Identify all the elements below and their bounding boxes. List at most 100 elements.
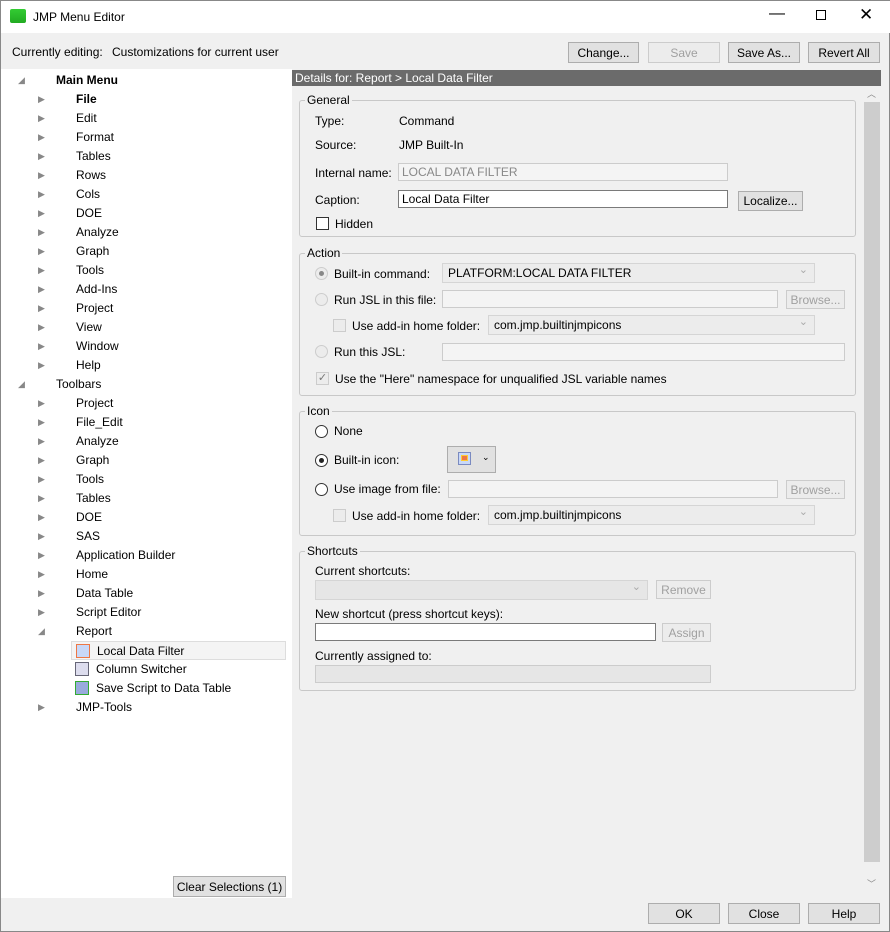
run-jsl-file-input[interactable]	[442, 290, 778, 308]
expand-arrow-icon[interactable]: ▶	[38, 394, 45, 413]
tree-report-child[interactable]: Save Script to Data Table	[1, 679, 286, 698]
browse-image-button[interactable]: Browse...	[786, 480, 845, 499]
collapse-arrow-icon[interactable]: ◢	[18, 71, 25, 90]
expand-arrow-icon[interactable]: ▶	[38, 565, 45, 584]
tree-menu-item[interactable]: ▶ Graph	[1, 242, 286, 261]
remove-shortcut-button[interactable]: Remove	[656, 580, 711, 599]
expand-arrow-icon[interactable]: ▶	[38, 128, 45, 147]
revert-all-button[interactable]: Revert All	[808, 42, 880, 63]
expand-arrow-icon[interactable]: ▶	[38, 432, 45, 451]
maximize-button[interactable]	[816, 10, 826, 20]
tree-toolbar-item[interactable]: ▶ Data Table	[1, 584, 286, 603]
icon-addin-checkbox[interactable]	[333, 509, 346, 522]
localize-button[interactable]: Localize...	[738, 191, 803, 211]
tree-toolbar-item[interactable]: ▶ Tools	[1, 470, 286, 489]
tree-toolbar-item[interactable]: ▶ JMP-Tools	[1, 698, 286, 717]
expand-arrow-icon[interactable]: ▶	[38, 280, 45, 299]
expand-arrow-icon[interactable]: ▶	[38, 299, 45, 318]
action-addin-checkbox[interactable]	[333, 319, 346, 332]
assign-shortcut-button[interactable]: Assign	[662, 623, 711, 642]
tree-menu-item[interactable]: ▶ Tools	[1, 261, 286, 280]
expand-arrow-icon[interactable]: ▶	[38, 185, 45, 204]
browse-jsl-button[interactable]: Browse...	[786, 290, 845, 309]
expand-arrow-icon[interactable]: ▶	[38, 470, 45, 489]
icon-addin-select[interactable]: com.jmp.builtinjmpicons	[488, 505, 815, 525]
builtin-icon-picker[interactable]: ⌄	[447, 446, 496, 473]
expand-arrow-icon[interactable]: ▶	[38, 90, 45, 109]
collapse-arrow-icon[interactable]: ◢	[38, 622, 45, 641]
tree-main-menu[interactable]: ◢ Main Menu	[1, 71, 286, 90]
run-jsl-file-radio[interactable]	[315, 293, 328, 306]
caption-input[interactable]: Local Data Filter	[398, 190, 728, 208]
expand-arrow-icon[interactable]: ▶	[38, 242, 45, 261]
new-shortcut-input[interactable]	[315, 623, 656, 641]
tree-toolbar-item[interactable]: ▶ Tables	[1, 489, 286, 508]
builtin-command-radio[interactable]	[315, 267, 328, 280]
run-this-jsl-radio[interactable]	[315, 345, 328, 358]
tree-toolbar-item[interactable]: ▶ Application Builder	[1, 546, 286, 565]
expand-arrow-icon[interactable]: ▶	[38, 584, 45, 603]
expand-arrow-icon[interactable]: ▶	[38, 204, 45, 223]
tree-toolbar-item[interactable]: ▶ DOE	[1, 508, 286, 527]
run-this-jsl-input[interactable]	[442, 343, 845, 361]
expand-arrow-icon[interactable]: ▶	[38, 147, 45, 166]
tree-menu-item[interactable]: ▶ Add-Ins	[1, 280, 286, 299]
collapse-arrow-icon[interactable]: ◢	[18, 375, 25, 394]
expand-arrow-icon[interactable]: ▶	[38, 223, 45, 242]
image-file-radio[interactable]	[315, 483, 328, 496]
tree-menu-item[interactable]: ▶ View	[1, 318, 286, 337]
scrollbar-thumb[interactable]	[864, 102, 880, 862]
expand-arrow-icon[interactable]: ▶	[38, 546, 45, 565]
expand-arrow-icon[interactable]: ▶	[38, 413, 45, 432]
tree-menu-item[interactable]: ▶ Edit	[1, 109, 286, 128]
scrollbar[interactable]: ︿ ﹀	[863, 87, 881, 894]
tree-menu-item[interactable]: ▶ Tables	[1, 147, 286, 166]
close-window-button[interactable]: ✕	[859, 5, 873, 25]
tree-toolbar-item[interactable]: ▶ File_Edit	[1, 413, 286, 432]
save-as-button[interactable]: Save As...	[728, 42, 800, 63]
tree-toolbar-item[interactable]: ▶ Home	[1, 565, 286, 584]
builtin-icon-radio[interactable]	[315, 454, 328, 467]
expand-arrow-icon[interactable]: ▶	[38, 508, 45, 527]
expand-arrow-icon[interactable]: ▶	[38, 261, 45, 280]
tree-menu-item[interactable]: ▶ Format	[1, 128, 286, 147]
tree-menu-item[interactable]: ▶ Project	[1, 299, 286, 318]
tree-toolbars[interactable]: ◢ Toolbars	[1, 375, 286, 394]
expand-arrow-icon[interactable]: ▶	[38, 356, 45, 375]
tree-toolbar-item[interactable]: ▶ Project	[1, 394, 286, 413]
tree-report-child[interactable]: Local Data Filter	[71, 641, 286, 660]
tree-toolbar-item[interactable]: ▶ Analyze	[1, 432, 286, 451]
expand-arrow-icon[interactable]: ▶	[38, 109, 45, 128]
clear-selections-button[interactable]: Clear Selections (1)	[173, 876, 286, 897]
expand-arrow-icon[interactable]: ▶	[38, 451, 45, 470]
current-shortcuts-select[interactable]	[315, 580, 648, 600]
hidden-checkbox[interactable]	[316, 217, 329, 230]
action-addin-select[interactable]: com.jmp.builtinjmpicons	[488, 315, 815, 335]
tree-menu-item[interactable]: ▶ Rows	[1, 166, 286, 185]
ok-button[interactable]: OK	[648, 903, 720, 924]
expand-arrow-icon[interactable]: ▶	[38, 603, 45, 622]
change-button[interactable]: Change...	[568, 42, 639, 63]
image-file-input[interactable]	[448, 480, 778, 498]
expand-arrow-icon[interactable]: ▶	[38, 698, 45, 717]
icon-none-radio[interactable]	[315, 425, 328, 438]
tree-menu-item[interactable]: ▶ Help	[1, 356, 286, 375]
save-button[interactable]: Save	[648, 42, 720, 63]
expand-arrow-icon[interactable]: ▶	[38, 166, 45, 185]
tree-menu-item[interactable]: ▶ Cols	[1, 185, 286, 204]
help-button[interactable]: Help	[808, 903, 880, 924]
minimize-button[interactable]: —	[769, 5, 785, 23]
expand-arrow-icon[interactable]: ▶	[38, 337, 45, 356]
tree-toolbar-item[interactable]: ▶ SAS	[1, 527, 286, 546]
tree-toolbar-item[interactable]: ▶ Script Editor	[1, 603, 286, 622]
expand-arrow-icon[interactable]: ▶	[38, 489, 45, 508]
tree-menu-item[interactable]: ▶ File	[1, 90, 286, 109]
here-namespace-checkbox[interactable]: ✓	[316, 372, 329, 385]
expand-arrow-icon[interactable]: ▶	[38, 527, 45, 546]
tree-menu-item[interactable]: ▶ Window	[1, 337, 286, 356]
close-button[interactable]: Close	[728, 903, 800, 924]
builtin-command-select[interactable]: PLATFORM:LOCAL DATA FILTER	[442, 263, 815, 283]
tree-toolbar-item[interactable]: ◢ Report	[1, 622, 286, 641]
menu-tree[interactable]: ◢ Main Menu ▶ File ▶ Edit ▶ Format ▶ Tables ▶ Rows ▶…	[1, 69, 292, 898]
expand-arrow-icon[interactable]: ▶	[38, 318, 45, 337]
